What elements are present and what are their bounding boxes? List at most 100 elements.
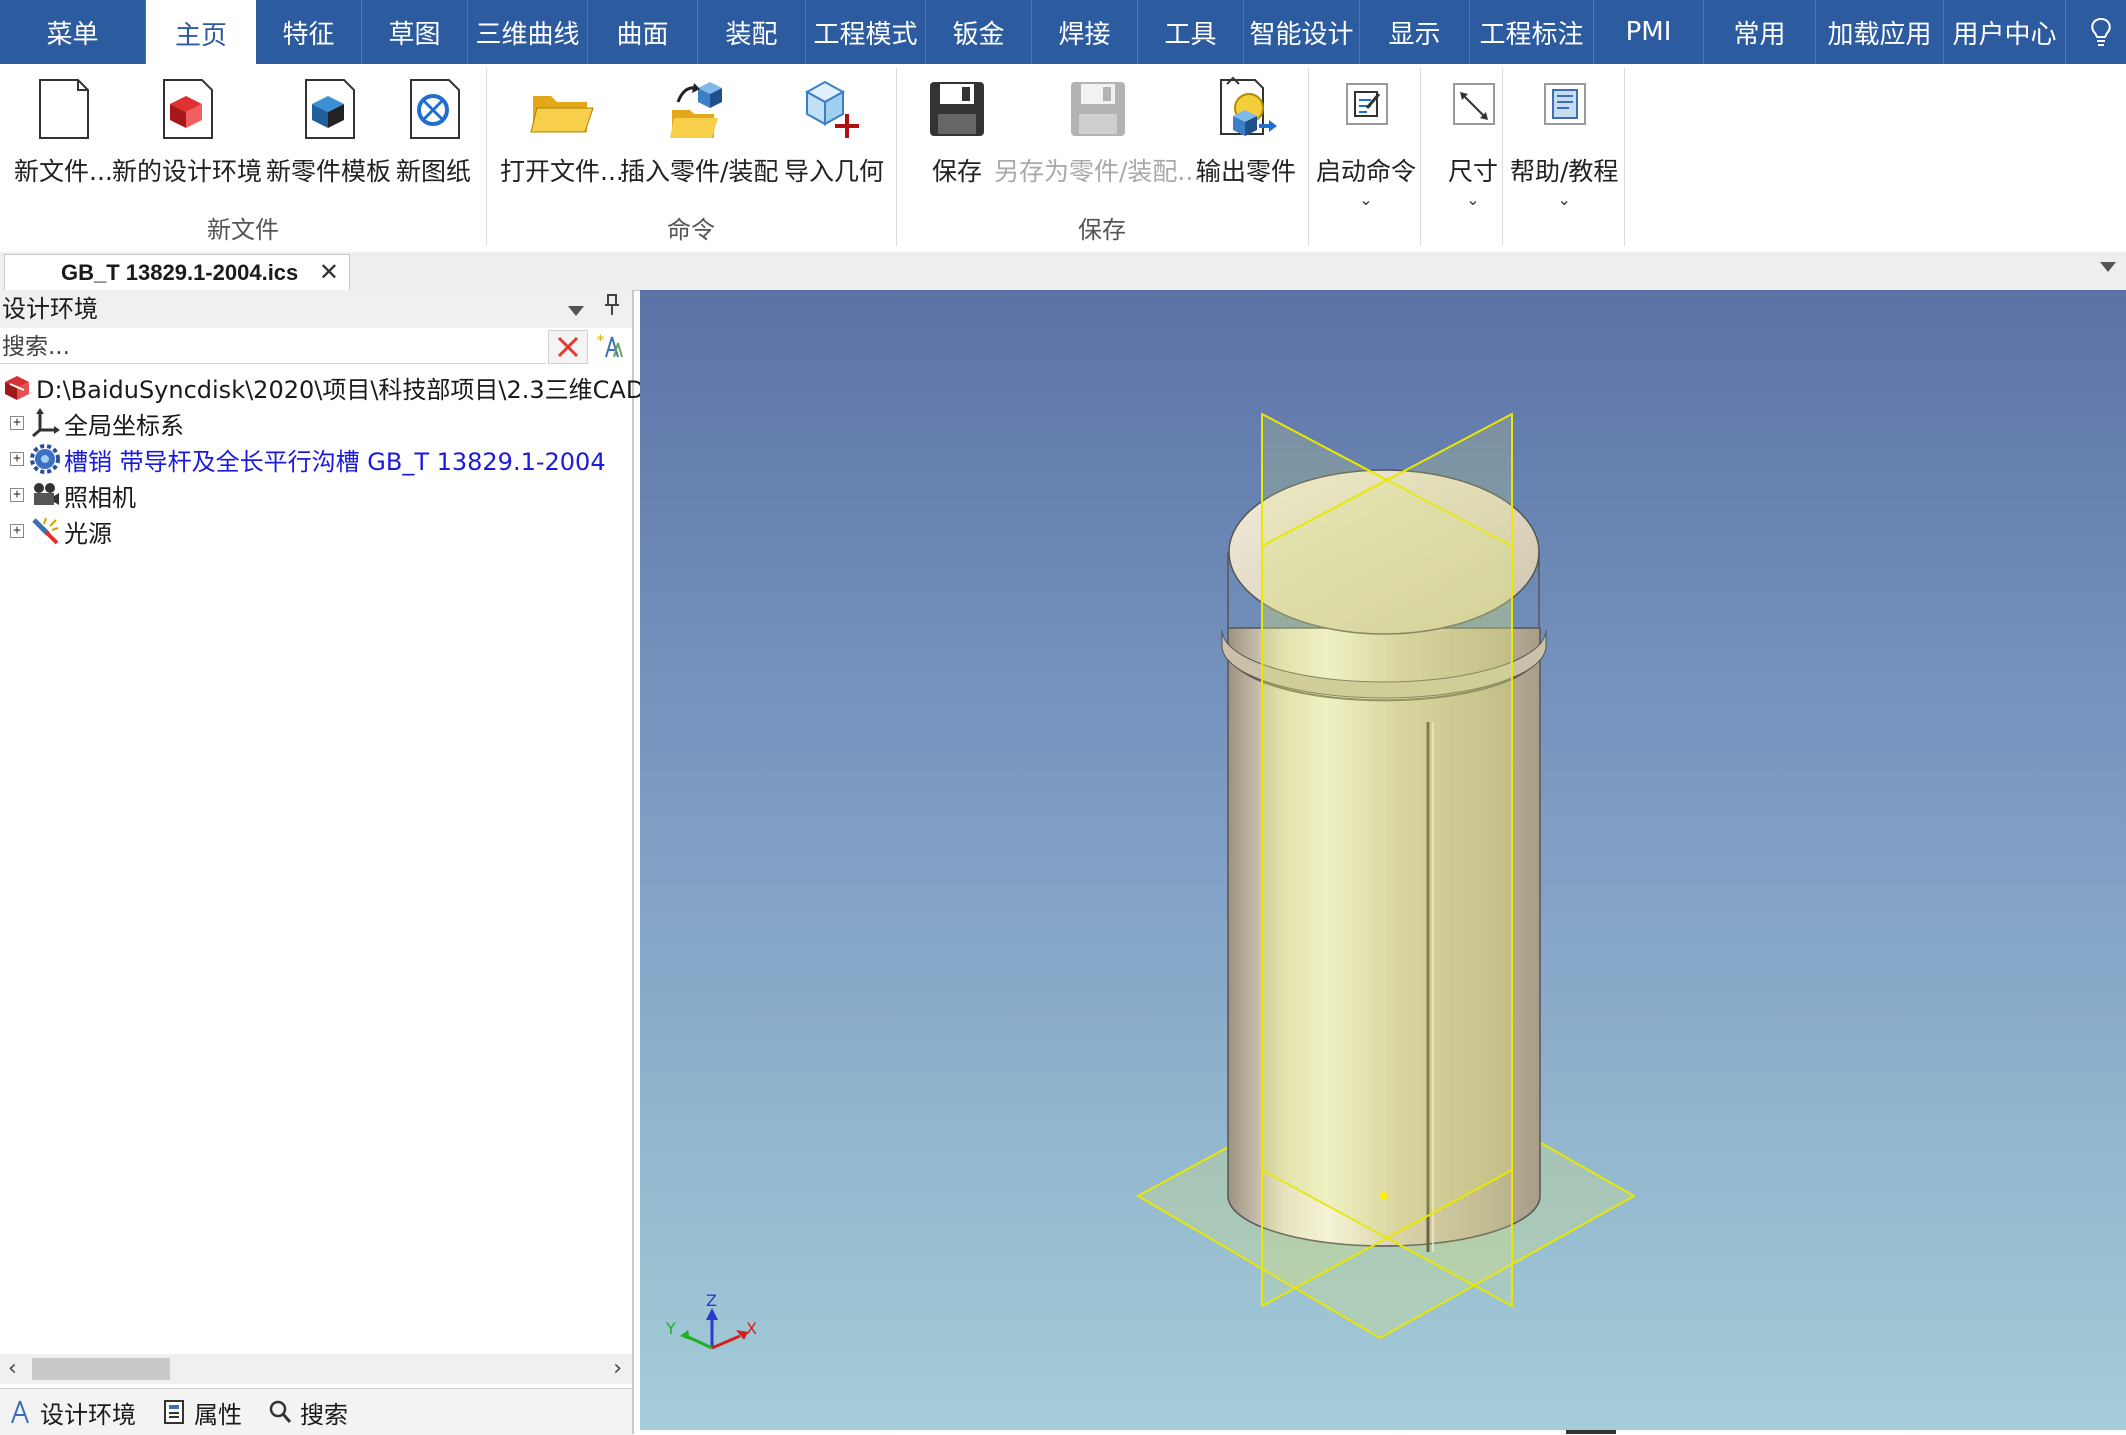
menu-tab-1[interactable]: 主页	[146, 0, 256, 66]
expand-icon[interactable]: +	[10, 524, 24, 538]
panel-menu-dropdown-icon[interactable]	[568, 306, 584, 316]
panel-bottom-tab-1[interactable]: 属性	[162, 1395, 242, 1430]
light-source-icon	[30, 516, 60, 546]
camera-icon	[30, 480, 60, 510]
tab-list-dropdown-icon[interactable]	[2100, 262, 2116, 272]
group-separator	[1420, 68, 1421, 246]
insert-part-button[interactable]: 插入零件/装配	[620, 74, 778, 188]
close-tab-icon[interactable]: ✕	[319, 258, 339, 287]
panel-bottom-tabs: 设计环境 属性 搜索	[0, 1388, 632, 1435]
chevron-down-icon[interactable]: ⌄	[1359, 190, 1372, 209]
group-separator	[1502, 68, 1503, 246]
scroll-right-icon[interactable]: ›	[613, 1356, 622, 1381]
menu-tab-12[interactable]: 显示	[1360, 0, 1470, 64]
clear-search-button[interactable]	[548, 330, 588, 364]
new-design-env-button[interactable]: 新的设计环境	[112, 74, 262, 188]
origin-point[interactable]	[1380, 1192, 1388, 1200]
export-part-button[interactable]: 输出零件	[1196, 74, 1296, 188]
help-book-icon	[1529, 74, 1599, 144]
tree-item[interactable]: + 全局坐标系	[0, 406, 184, 440]
panel-bottom-tab-2[interactable]: 搜索	[268, 1395, 348, 1430]
menu-tab-5[interactable]: 曲面	[588, 0, 698, 64]
tree-search-input[interactable]	[0, 330, 546, 364]
menu-tab-bar: 菜单 主页 特征 草图 三维曲线 曲面 装配 工程模式 钣金 焊接 工具 智能设计 显示 工程标注 PMI 常…	[0, 0, 2126, 66]
new-file-icon	[28, 74, 98, 144]
open-folder-icon	[527, 74, 597, 144]
panel-header: 设计环境	[0, 290, 632, 328]
ribbon-group-label-2: 保存	[1078, 216, 1126, 244]
save-icon	[922, 74, 992, 144]
panel-title: 设计环境	[2, 295, 98, 323]
clear-x-icon	[557, 336, 579, 358]
menu-tab-9[interactable]: 焊接	[1032, 0, 1138, 64]
tree-root-path: D:\BaiduSyncdisk\2020\项目\科技部项目\2.3三维CAD	[36, 375, 645, 404]
new-drawing-button-label: 新图纸	[396, 157, 472, 186]
ribbon: 新文件... 新的设计环境 新零件模板 新图纸 打开文件... 插入零件/装配 导入几何 保存…	[0, 64, 2126, 253]
menu-tab-16[interactable]: 加载应用	[1816, 0, 1944, 64]
menu-tab-7[interactable]: 工程模式	[806, 0, 926, 64]
save-as-button[interactable]: 另存为零件/装配...	[994, 74, 1201, 188]
chevron-down-icon[interactable]: ⌄	[1558, 190, 1571, 209]
ribbon-group-label-0: 新文件	[207, 216, 279, 244]
tree-item-label: 光源	[64, 519, 112, 548]
menu-tab-14[interactable]: PMI	[1594, 0, 1704, 64]
3d-viewport[interactable]: Z X Y	[640, 290, 2126, 1430]
menu-tab-3[interactable]: 草图	[362, 0, 468, 64]
menu-tab-13[interactable]: 工程标注	[1470, 0, 1594, 64]
document-tab[interactable]: GB_T 13829.1-2004.ics ✕	[4, 254, 350, 290]
insert-part-button-label: 插入零件/装配	[620, 157, 779, 186]
new-file-button[interactable]: 新文件...	[14, 74, 113, 188]
menu-tab-4[interactable]: 三维曲线	[468, 0, 588, 64]
menu-tab-0[interactable]: 菜单	[0, 0, 146, 64]
import-geometry-button-label: 导入几何	[784, 157, 885, 186]
save-as-button-label: 另存为零件/装配...	[994, 157, 1202, 186]
new-drawing-button[interactable]: 新图纸	[396, 74, 471, 188]
menu-tab-10[interactable]: 工具	[1138, 0, 1244, 64]
dimension-button[interactable]: 尺寸 ⌄	[1438, 74, 1508, 209]
import-geometry-button[interactable]: 导入几何	[784, 74, 884, 188]
start-command-button-label: 启动命令	[1316, 157, 1417, 186]
part-gear-icon	[30, 444, 60, 474]
import-geometry-icon	[799, 74, 869, 144]
save-button-label: 保存	[931, 157, 982, 186]
scroll-left-icon[interactable]: ‹	[8, 1356, 17, 1381]
panel-bottom-tab-0[interactable]: 设计环境	[8, 1395, 136, 1430]
axis-z-label: Z	[706, 1291, 717, 1310]
new-part-template-button[interactable]: 新零件模板	[266, 74, 391, 188]
search-icon	[268, 1399, 292, 1425]
help-tutorial-button-label: 帮助/教程	[1510, 157, 1619, 186]
menu-tab-2[interactable]: 特征	[256, 0, 362, 64]
expand-icon[interactable]: +	[10, 488, 24, 502]
start-command-icon	[1331, 74, 1401, 144]
insert-part-icon	[664, 74, 734, 144]
tree-item[interactable]: + 照相机	[0, 478, 136, 512]
new-file-button-label: 新文件...	[14, 157, 113, 186]
yz-datum-plane[interactable]	[1261, 412, 1513, 1308]
new-design-env-button-label: 新的设计环境	[112, 157, 263, 186]
design-env-icon	[8, 1399, 32, 1425]
viewport-scroll-indicator	[1566, 1430, 1616, 1434]
design-environment-panel: 设计环境 * D:\BaiduSyncdisk\2020\项目\科技部项目\2.…	[0, 290, 644, 1435]
tree-item[interactable]: + 光源	[0, 514, 112, 548]
scrollbar-thumb[interactable]	[32, 1358, 170, 1380]
lightbulb-icon[interactable]	[2076, 0, 2126, 64]
menu-tab-8[interactable]: 钣金	[926, 0, 1032, 64]
expand-icon[interactable]: +	[10, 452, 24, 466]
tree-item[interactable]: + 槽销 带导杆及全长平行沟槽 GB_T 13829.1-2004	[0, 442, 606, 476]
help-tutorial-button[interactable]: 帮助/教程 ⌄	[1510, 74, 1618, 209]
menu-tab-6[interactable]: 装配	[698, 0, 806, 64]
tree-item-label: 全局坐标系	[64, 411, 184, 440]
pin-icon[interactable]	[604, 292, 620, 330]
save-button[interactable]: 保存	[922, 74, 992, 188]
open-file-button[interactable]: 打开文件...	[500, 74, 624, 188]
tree-filter-button[interactable]: *	[592, 330, 628, 364]
menu-tab-11[interactable]: 智能设计	[1244, 0, 1360, 64]
chevron-down-icon[interactable]: ⌄	[1466, 190, 1479, 209]
menu-tab-15[interactable]: 常用	[1704, 0, 1816, 64]
expand-icon[interactable]: +	[10, 416, 24, 430]
start-command-button[interactable]: 启动命令 ⌄	[1316, 74, 1416, 209]
horizontal-scrollbar[interactable]: ‹ ›	[0, 1354, 632, 1384]
menu-tab-17[interactable]: 用户中心	[1944, 0, 2066, 64]
tree-root-row[interactable]: D:\BaiduSyncdisk\2020\项目\科技部项目\2.3三维CAD	[0, 370, 644, 404]
axis-x-label: X	[746, 1319, 757, 1338]
